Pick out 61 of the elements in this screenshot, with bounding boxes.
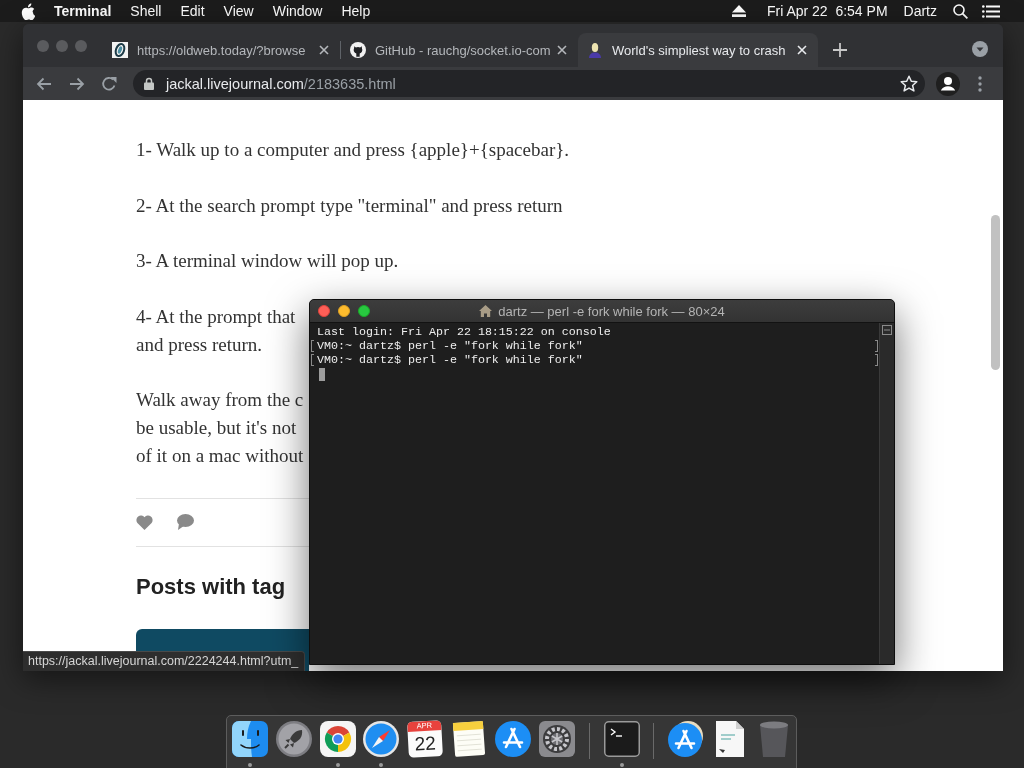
menu-item[interactable]: Window: [272, 0, 323, 22]
calendar-day: 22: [414, 729, 437, 757]
terminal-line: VM0:~ dartz$ perl -e "fork while fork": [317, 339, 583, 353]
gear-icon[interactable]: [538, 720, 575, 757]
kebab-menu-icon[interactable]: [978, 75, 982, 92]
notepad-icon[interactable]: [451, 720, 488, 757]
eject-icon[interactable]: [731, 5, 746, 17]
clock-text[interactable]: Fri Apr 22 6:54 PM: [766, 0, 888, 22]
a-logo-icon[interactable]: [668, 720, 705, 757]
paragraph: 2- At the search prompt type "terminal" and press return: [136, 193, 563, 218]
list-icon[interactable]: [982, 4, 1000, 18]
zoom-button[interactable]: [358, 305, 370, 317]
browser-tab[interactable]: https://oldweb.today/?browse: [103, 33, 340, 67]
back-arrow-icon[interactable]: [36, 75, 52, 92]
dropdown-icon[interactable]: [972, 40, 988, 57]
house-icon: [479, 305, 493, 317]
link-status-tooltip: https://jackal.livejournal.com/2224244.html?utm_: [23, 651, 306, 671]
profile-icon[interactable]: [936, 71, 960, 96]
reload-icon[interactable]: [101, 75, 117, 92]
close-icon[interactable]: [557, 45, 567, 55]
browser-tab[interactable]: GitHub - rauchg/socket.io-com: [341, 33, 578, 67]
paragraph: 1- Walk up to a computer and press {apple}+{spacebar}.: [136, 138, 570, 162]
terminal-icon[interactable]: [603, 720, 640, 757]
minimize-button[interactable]: [338, 305, 350, 317]
text-cursor: [319, 368, 325, 381]
split-pane-icon[interactable]: [882, 325, 892, 335]
terminal-line: Last login: Fri Apr 22 18:15:22 on console: [317, 325, 611, 339]
section-heading: Posts with tag: [136, 572, 286, 601]
paragraph: Walk away from the c be usable, but it's not of it on a mac without: [136, 388, 304, 468]
terminal-pane[interactable]: Last login: Fri Apr 22 18:15:22 on console VM0:~ dartz$ perl -e "fork while fork" VM0:~ dartz$ perl -e "fork while fork": [310, 323, 879, 664]
heart-icon[interactable]: [136, 514, 153, 530]
close-button[interactable]: [318, 305, 330, 317]
search-icon[interactable]: [953, 3, 968, 19]
browser-tab[interactable]: World's simpliest way to crash: [578, 33, 818, 67]
paragraph: 4- At the prompt that and press return.: [136, 304, 296, 357]
menu-item[interactable]: View: [223, 0, 254, 22]
app-menu[interactable]: Terminal: [54, 0, 112, 22]
cat-icon: [350, 42, 366, 58]
rocket-icon[interactable]: [275, 720, 312, 757]
ring-logo-icon: [112, 42, 128, 58]
person-icon: [587, 42, 603, 58]
plus-icon[interactable]: [833, 42, 847, 57]
forward-arrow-icon[interactable]: [69, 75, 85, 92]
terminal-line: VM0:~ dartz$ perl -e "fork while fork": [317, 353, 583, 367]
apple-icon[interactable]: [21, 2, 35, 20]
menu-item[interactable]: Help: [341, 0, 371, 22]
star-icon[interactable]: [900, 74, 918, 93]
split-face-icon[interactable]: [231, 720, 268, 757]
menu-item[interactable]: Edit: [180, 0, 205, 22]
compass-icon[interactable]: [363, 720, 400, 757]
lock-icon: [144, 77, 154, 90]
close-icon[interactable]: [319, 45, 329, 55]
paragraph: 3- A terminal window will pop up.: [136, 249, 399, 273]
user-menu[interactable]: Dartz: [903, 0, 937, 22]
color-wheel-icon[interactable]: [319, 720, 356, 757]
a-logo-icon[interactable]: [494, 720, 531, 757]
scrollbar-thumb[interactable]: [991, 215, 1000, 370]
speech-bubble-icon[interactable]: [176, 514, 194, 530]
window-title: dartz — perl -e fork while fork — 80×24: [498, 303, 725, 319]
address-bar[interactable]: jackal.livejournal.com/2183635.html: [133, 70, 925, 97]
menu-item[interactable]: Shell: [130, 0, 162, 22]
